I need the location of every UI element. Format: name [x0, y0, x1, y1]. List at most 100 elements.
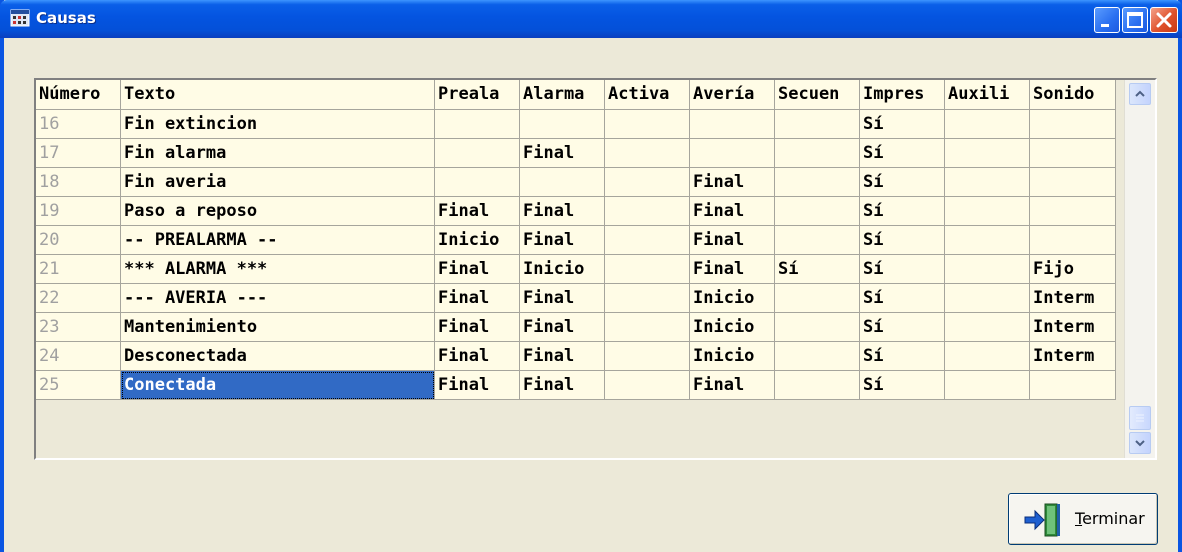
grid-cell-alarma[interactable]: Final: [520, 342, 605, 371]
column-header-averia[interactable]: Avería: [690, 80, 775, 110]
grid-cell-preala[interactable]: Final: [435, 284, 520, 313]
grid-cell-sonido[interactable]: Fijo: [1030, 255, 1116, 284]
row-number[interactable]: 24: [36, 342, 121, 371]
grid-cell-activa[interactable]: [605, 284, 690, 313]
grid-cell-texto[interactable]: Desconectada: [121, 342, 435, 371]
grid-cell-preala[interactable]: Final: [435, 197, 520, 226]
column-header-numero[interactable]: Número: [36, 80, 121, 110]
row-number[interactable]: 23: [36, 313, 121, 342]
grid-cell-secuen[interactable]: [775, 197, 860, 226]
grid-cell-averia[interactable]: Final: [690, 371, 775, 400]
grid-cell-activa[interactable]: [605, 110, 690, 139]
grid-cell-texto[interactable]: Fin averia: [121, 168, 435, 197]
grid-cell-activa[interactable]: [605, 197, 690, 226]
grid-cell-alarma[interactable]: Final: [520, 284, 605, 313]
grid-cell-alarma[interactable]: Final: [520, 313, 605, 342]
grid-cell-sonido[interactable]: Interm: [1030, 342, 1116, 371]
grid-cell-averia[interactable]: Final: [690, 226, 775, 255]
grid-cell-preala[interactable]: Final: [435, 255, 520, 284]
grid-cell-texto[interactable]: Paso a reposo: [121, 197, 435, 226]
grid-cell-texto[interactable]: Fin alarma: [121, 139, 435, 168]
grid-cell-alarma[interactable]: Final: [520, 371, 605, 400]
causas-grid[interactable]: Número Texto Preala Alarma Activa Avería Secue…: [34, 78, 1157, 460]
column-header-secuen[interactable]: Secuen: [775, 80, 860, 110]
column-header-impres[interactable]: Impres: [860, 80, 945, 110]
grid-cell-impres[interactable]: Sí: [860, 197, 945, 226]
grid-cell-impres[interactable]: Sí: [860, 371, 945, 400]
column-header-texto[interactable]: Texto: [121, 80, 435, 110]
grid-cell-secuen[interactable]: [775, 284, 860, 313]
vertical-scrollbar[interactable]: [1124, 80, 1155, 458]
grid-cell-alarma[interactable]: Final: [520, 226, 605, 255]
column-header-preala[interactable]: Preala: [435, 80, 520, 110]
maximize-button[interactable]: [1122, 7, 1148, 33]
grid-cell-sonido[interactable]: [1030, 139, 1116, 168]
grid-cell-activa[interactable]: [605, 139, 690, 168]
title-bar[interactable]: Causas: [0, 0, 1182, 38]
row-number[interactable]: 20: [36, 226, 121, 255]
grid-cell-alarma[interactable]: Inicio: [520, 255, 605, 284]
grid-cell-impres[interactable]: Sí: [860, 313, 945, 342]
grid-cell-averia[interactable]: Final: [690, 255, 775, 284]
row-number[interactable]: 22: [36, 284, 121, 313]
grid-cell-secuen[interactable]: [775, 139, 860, 168]
grid-cell-averia[interactable]: Inicio: [690, 313, 775, 342]
grid-cell-auxili[interactable]: [945, 284, 1030, 313]
row-number[interactable]: 16: [36, 110, 121, 139]
grid-cell-averia[interactable]: Inicio: [690, 342, 775, 371]
column-header-activa[interactable]: Activa: [605, 80, 690, 110]
scroll-thumb[interactable]: [1129, 406, 1151, 430]
column-header-auxili[interactable]: Auxili: [945, 80, 1030, 110]
grid-cell-texto[interactable]: *** ALARMA ***: [121, 255, 435, 284]
grid-cell-secuen[interactable]: Sí: [775, 255, 860, 284]
row-number[interactable]: 25: [36, 371, 121, 400]
grid-cell-alarma[interactable]: Final: [520, 197, 605, 226]
scroll-down-button[interactable]: [1129, 432, 1151, 454]
grid-cell-averia[interactable]: Final: [690, 197, 775, 226]
grid-cell-secuen[interactable]: [775, 226, 860, 255]
grid-cell-impres[interactable]: Sí: [860, 139, 945, 168]
grid-cell-texto[interactable]: --- AVERIA ---: [121, 284, 435, 313]
minimize-button[interactable]: [1094, 7, 1120, 33]
grid-cell-preala[interactable]: Inicio: [435, 226, 520, 255]
scroll-up-button[interactable]: [1129, 83, 1151, 105]
grid-cell-impres[interactable]: Sí: [860, 342, 945, 371]
row-number[interactable]: 18: [36, 168, 121, 197]
close-button[interactable]: [1150, 7, 1178, 33]
row-number[interactable]: 17: [36, 139, 121, 168]
grid-cell-activa[interactable]: [605, 226, 690, 255]
grid-cell-preala[interactable]: [435, 110, 520, 139]
grid-cell-preala[interactable]: Final: [435, 371, 520, 400]
grid-cell-auxili[interactable]: [945, 342, 1030, 371]
grid-cell-impres[interactable]: Sí: [860, 284, 945, 313]
grid-cell-alarma[interactable]: [520, 168, 605, 197]
grid-cell-texto[interactable]: Fin extincion: [121, 110, 435, 139]
grid-cell-auxili[interactable]: [945, 110, 1030, 139]
grid-cell-auxili[interactable]: [945, 197, 1030, 226]
grid-cell-preala[interactable]: Final: [435, 313, 520, 342]
grid-cell-auxili[interactable]: [945, 371, 1030, 400]
grid-cell-preala[interactable]: Final: [435, 342, 520, 371]
grid-cell-auxili[interactable]: [945, 139, 1030, 168]
grid-cell-secuen[interactable]: [775, 313, 860, 342]
grid-cell-impres[interactable]: Sí: [860, 110, 945, 139]
grid-cell-auxili[interactable]: [945, 313, 1030, 342]
grid-cell-sonido[interactable]: Interm: [1030, 284, 1116, 313]
grid-cell-impres[interactable]: Sí: [860, 226, 945, 255]
grid-cell-activa[interactable]: [605, 342, 690, 371]
grid-cell-activa[interactable]: [605, 313, 690, 342]
grid-cell-auxili[interactable]: [945, 226, 1030, 255]
grid-cell-auxili[interactable]: [945, 168, 1030, 197]
grid-cell-averia[interactable]: [690, 139, 775, 168]
grid-cell-activa[interactable]: [605, 371, 690, 400]
column-header-sonido[interactable]: Sonido: [1030, 80, 1116, 110]
column-header-alarma[interactable]: Alarma: [520, 80, 605, 110]
grid-cell-secuen[interactable]: [775, 110, 860, 139]
grid-cell-averia[interactable]: [690, 110, 775, 139]
row-number[interactable]: 21: [36, 255, 121, 284]
terminar-button[interactable]: Terminar: [1008, 493, 1158, 545]
grid-cell-texto[interactable]: Conectada: [121, 371, 435, 400]
grid-cell-impres[interactable]: Sí: [860, 168, 945, 197]
grid-cell-secuen[interactable]: [775, 168, 860, 197]
grid-cell-auxili[interactable]: [945, 255, 1030, 284]
